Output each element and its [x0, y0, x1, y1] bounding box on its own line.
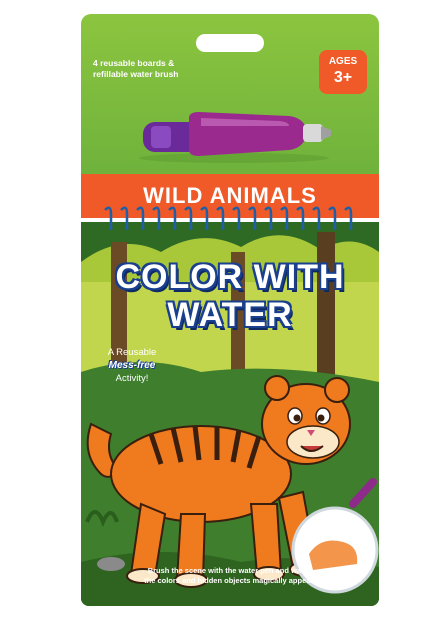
tagline-line1: A Reusable [107, 347, 157, 358]
ages-badge: AGES 3+ [319, 50, 367, 94]
ages-label: AGES [328, 56, 358, 67]
product-package: 4 reusable boards & refillable water bru… [81, 14, 379, 606]
water-pen-icon [139, 112, 331, 163]
package-header: 4 reusable boards & refillable water bru… [81, 14, 379, 174]
spiral-binding [104, 206, 353, 230]
hang-hole [196, 34, 264, 52]
tiger-illustration [86, 375, 379, 594]
contents-note: 4 reusable boards & refillable water bru… [93, 58, 179, 79]
book-title-line2: WATER [167, 296, 293, 334]
book-title: COLOR WITH WATER [81, 258, 379, 334]
ages-value: 3+ [333, 69, 353, 86]
instructions-text: Brush the scene with the water pen and w… [144, 566, 316, 585]
book-title-line1: COLOR WITH [115, 258, 345, 296]
